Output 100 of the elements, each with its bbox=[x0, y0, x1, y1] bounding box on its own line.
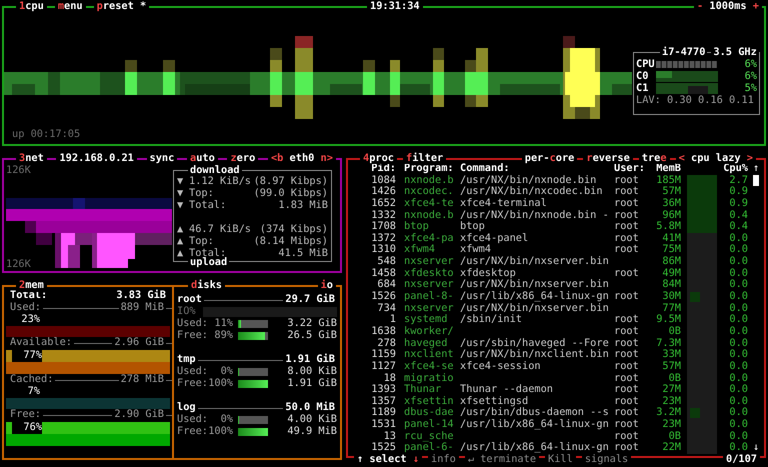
cpu-cell-text: 0.0 bbox=[728, 384, 748, 396]
direction-icon: ▲ bbox=[177, 235, 189, 247]
process-option[interactable]: reverse bbox=[583, 152, 633, 164]
memory-percent: 76% bbox=[12, 422, 42, 434]
stat-value: 1.83 MiB bbox=[278, 199, 328, 211]
pid-cell-text: 734 bbox=[376, 302, 396, 314]
menu-option[interactable]: menu bbox=[54, 0, 86, 12]
stat-value: 41.5 MiB bbox=[278, 247, 328, 259]
pid-cell-text: 1310 bbox=[370, 244, 396, 256]
user-cell-text: root bbox=[614, 430, 640, 442]
command-cell-text: /usr/lib/x86_64-linux-gn bbox=[460, 291, 610, 303]
network-option[interactable]: auto bbox=[187, 152, 218, 164]
core-label: CPU bbox=[636, 58, 656, 70]
program-cell-text: xfdeskto bbox=[404, 268, 455, 280]
process-action[interactable]: ↑ select ↓ bbox=[354, 453, 422, 465]
memory-cell-text: 3.2M bbox=[655, 407, 681, 419]
cpu-meter-icon bbox=[656, 60, 718, 68]
stat-label: 1.12 KiB/s bbox=[189, 175, 251, 187]
cpu-cell-text: 0.0 bbox=[728, 430, 748, 442]
command-cell-text: xfce4-session bbox=[460, 360, 542, 373]
process-option[interactable]: < cpu lazy > bbox=[676, 152, 756, 164]
command-cell-text: /sbin/init bbox=[460, 314, 523, 326]
pid-cell-text: 1159 bbox=[370, 349, 396, 361]
core-label: C0 bbox=[636, 70, 650, 82]
column-header[interactable]: MemB bbox=[654, 163, 681, 175]
pid-cell-text: 1652 bbox=[370, 198, 396, 210]
scroll-up-arrow[interactable]: ↑ bbox=[753, 163, 759, 175]
command-cell-text: /usr/lib/x86_64-linux-gn bbox=[460, 419, 610, 431]
scroll-down-arrow[interactable]: ↓ bbox=[753, 442, 760, 454]
pid-cell-text: 1332 bbox=[370, 210, 396, 221]
disk-size: 50.0 MiB bbox=[284, 402, 336, 414]
disk-value: 1.91 GiB bbox=[286, 378, 337, 390]
process-option[interactable]: tree bbox=[638, 152, 670, 164]
memory-tab[interactable]: 2mem bbox=[16, 280, 47, 292]
program-cell-text: panel-14 bbox=[404, 419, 455, 431]
disk-value: 8.00 KiB bbox=[286, 366, 337, 378]
network-option[interactable]: 192.168.0.21 bbox=[56, 152, 137, 164]
user-cell-text: root bbox=[614, 221, 640, 233]
core-percent: 6% bbox=[744, 58, 757, 70]
column-header[interactable]: Program: bbox=[404, 163, 460, 175]
cpu-cell-text: 0.0 bbox=[728, 326, 748, 338]
cpu-cell-text: 0.0 bbox=[728, 291, 748, 303]
memory-cell-text: 33M bbox=[661, 349, 681, 361]
pid-cell-text: 1525 bbox=[370, 442, 396, 454]
download-title: download bbox=[188, 164, 242, 176]
command-cell-text: /usr/NX/bin/nxclient.bin bbox=[460, 349, 610, 361]
network-option[interactable]: zero bbox=[227, 152, 258, 164]
program-cell-text: nxserver bbox=[404, 279, 455, 291]
uptime: up 00:17:05 bbox=[12, 128, 80, 140]
menu-option[interactable]: preset * bbox=[94, 0, 150, 12]
pid-cell-text: 18 bbox=[382, 372, 396, 384]
cpu-cell-text: 0.4 bbox=[728, 221, 748, 233]
disk-stat-label: Used: bbox=[177, 366, 208, 378]
update-interval[interactable]: - 1000ms + bbox=[694, 0, 762, 12]
pid-cell-text: 1526 bbox=[370, 291, 396, 303]
process-option[interactable]: 4proc bbox=[360, 152, 398, 164]
cpu-cell-text: 0.0 bbox=[728, 349, 748, 361]
memory-cell-text: 23M bbox=[661, 419, 681, 431]
user-cell-text: root bbox=[614, 442, 640, 454]
memory-percent: 77% bbox=[12, 350, 42, 362]
network-option[interactable]: 3net bbox=[16, 152, 47, 164]
pid-cell-text: 1393 bbox=[370, 384, 396, 396]
user-cell-text: root bbox=[614, 360, 640, 373]
cpu-cell-text: 0.0 bbox=[728, 268, 748, 279]
network-option[interactable]: sync bbox=[146, 152, 178, 164]
scrollbar-thumb[interactable] bbox=[753, 174, 759, 186]
memory-cell-text: 0B bbox=[668, 372, 681, 384]
stat-value: (374 Kibps) bbox=[260, 223, 328, 235]
program-cell-text: nxnode.b bbox=[404, 174, 455, 186]
program-cell-text: panel-8- bbox=[404, 291, 455, 303]
process-option[interactable]: filter bbox=[403, 152, 446, 164]
disk-percent: 0% bbox=[220, 366, 233, 378]
user-cell-text: root bbox=[614, 326, 640, 338]
memory-cell-text: 86M bbox=[661, 256, 681, 268]
memory-cell-text: 96M bbox=[661, 210, 681, 221]
disk-percent: 0% bbox=[220, 414, 233, 426]
command-cell-text: /usr/NX/bin/nxserver.bin bbox=[460, 256, 610, 268]
column-header[interactable]: Command: bbox=[460, 163, 614, 175]
menu-option[interactable]: 1cpu bbox=[16, 0, 47, 12]
disk-name: root bbox=[177, 294, 203, 306]
stat-value: (8.14 Mibps) bbox=[254, 235, 328, 247]
disk-percent: 100% bbox=[208, 378, 233, 390]
program-cell-text: xfce4-pa bbox=[404, 232, 455, 244]
disk-percent: 11% bbox=[213, 318, 233, 330]
column-header[interactable]: Cpu% bbox=[717, 163, 748, 175]
memory-cell-text: 0B bbox=[668, 326, 681, 338]
cpu-cell-text: 0.4 bbox=[728, 210, 748, 221]
network-option[interactable]: <b eth0 n> bbox=[268, 152, 336, 164]
cpu-cell-text: 0.9 bbox=[728, 198, 748, 210]
stat-label: Top: bbox=[189, 235, 214, 247]
command-cell-text: /usr/sbin/haveged --Fore bbox=[460, 338, 610, 349]
program-cell-text: xfce4-se bbox=[404, 360, 455, 373]
process-option[interactable]: per-core bbox=[522, 152, 578, 164]
disk-value: 3.22 GiB bbox=[286, 318, 337, 330]
column-header[interactable]: User: bbox=[614, 163, 654, 175]
user-cell-text: root bbox=[614, 384, 640, 396]
cpu-cell-text: 0.0 bbox=[728, 407, 748, 419]
cpu-cell-text: 0.0 bbox=[728, 338, 748, 349]
program-cell-text: btop bbox=[404, 221, 430, 233]
program-cell-text: dbus-dae bbox=[404, 407, 455, 419]
